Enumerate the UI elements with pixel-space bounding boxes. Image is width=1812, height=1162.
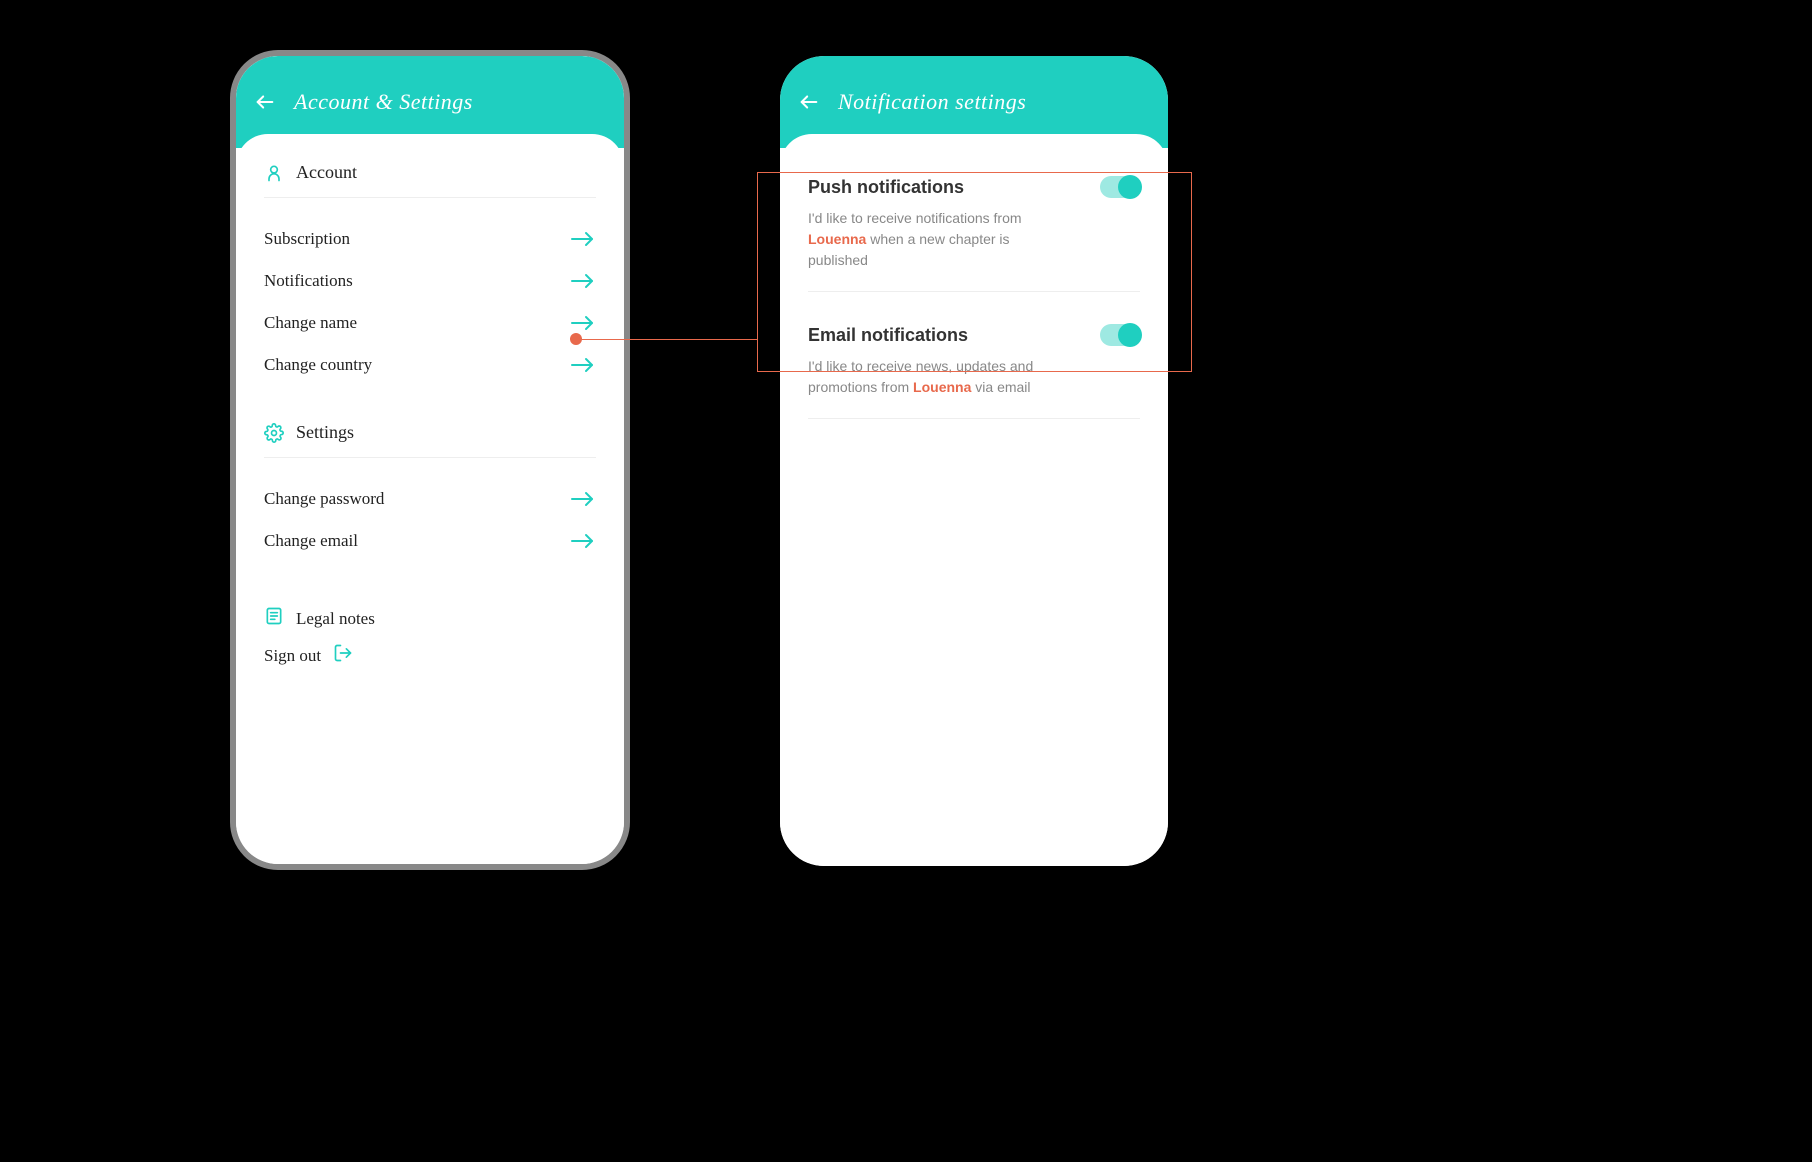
push-notifications-description: I'd like to receive notifications from L… [808, 208, 1038, 271]
arrow-right-icon [570, 271, 596, 291]
push-notifications-block: Push notifications I'd like to receive n… [808, 162, 1140, 292]
gear-icon [264, 423, 284, 443]
push-notifications-title: Push notifications [808, 177, 964, 198]
callout-connector-line [575, 339, 757, 340]
back-arrow-icon[interactable] [254, 91, 276, 113]
row-notifications[interactable]: Notifications [264, 260, 596, 302]
row-label: Change email [264, 531, 358, 551]
back-arrow-icon[interactable] [798, 91, 820, 113]
section-header-account: Account [264, 162, 596, 198]
push-notifications-toggle[interactable] [1100, 176, 1140, 198]
email-notifications-block: Email notifications I'd like to receive … [808, 310, 1140, 419]
arrow-right-icon [570, 355, 596, 375]
phone-mockup-settings: Account & Settings Account Subscription … [230, 50, 630, 870]
desc-text: I'd like to receive notifications from [808, 210, 1022, 226]
content-area: Account Subscription Notifications Chang… [236, 134, 624, 864]
row-label: Change country [264, 355, 372, 375]
row-subscription[interactable]: Subscription [264, 218, 596, 260]
legal-notes-label: Legal notes [296, 609, 375, 629]
arrow-right-icon [570, 313, 596, 333]
arrow-right-icon [570, 531, 596, 551]
logout-icon [333, 643, 353, 668]
email-notifications-title: Email notifications [808, 325, 968, 346]
brand-name: Louenna [808, 231, 866, 247]
section-title-settings: Settings [296, 422, 354, 443]
row-change-password[interactable]: Change password [264, 478, 596, 520]
document-icon [264, 606, 284, 631]
sign-out-label: Sign out [264, 646, 321, 666]
row-label: Change password [264, 489, 384, 509]
page-title: Account & Settings [294, 89, 473, 115]
row-change-name[interactable]: Change name [264, 302, 596, 344]
account-items-list: Subscription Notifications Change name C… [264, 218, 596, 386]
row-label: Change name [264, 313, 357, 333]
row-change-email[interactable]: Change email [264, 520, 596, 562]
email-notifications-description: I'd like to receive news, updates and pr… [808, 356, 1038, 398]
desc-text: via email [971, 379, 1030, 395]
arrow-right-icon [570, 229, 596, 249]
callout-dot-icon [570, 333, 582, 345]
section-title-account: Account [296, 162, 357, 183]
row-label: Notifications [264, 271, 353, 291]
arrow-right-icon [570, 489, 596, 509]
content-area: Push notifications I'd like to receive n… [780, 134, 1168, 866]
page-title: Notification settings [838, 89, 1026, 115]
phone-mockup-notifications: Notification settings Push notifications… [780, 56, 1168, 866]
brand-name: Louenna [913, 379, 971, 395]
user-icon [264, 163, 284, 183]
section-header-settings: Settings [264, 422, 596, 458]
sign-out-button[interactable]: Sign out [264, 633, 596, 678]
row-change-country[interactable]: Change country [264, 344, 596, 386]
settings-items-list: Change password Change email [264, 478, 596, 562]
row-label: Subscription [264, 229, 350, 249]
email-notifications-toggle[interactable] [1100, 324, 1140, 346]
